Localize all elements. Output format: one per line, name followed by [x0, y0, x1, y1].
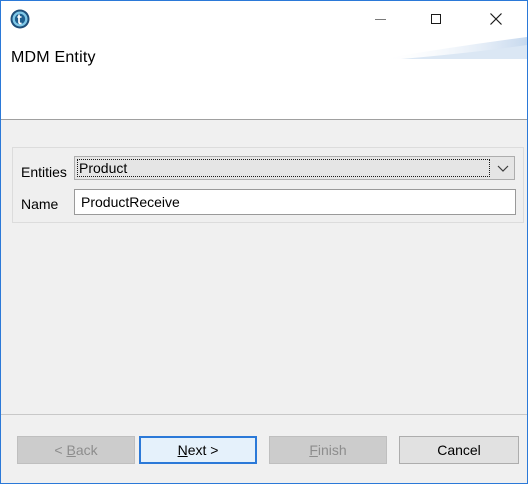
next-button[interactable]: Next > [139, 436, 257, 464]
banner-decoration [381, 37, 527, 59]
back-button-mnemonic: B [66, 442, 76, 458]
entities-label: Entities [21, 164, 67, 180]
back-button[interactable]: < Back [17, 436, 135, 464]
finish-button-rest: inish [317, 442, 347, 458]
page-title: MDM Entity [11, 49, 96, 66]
maximize-button[interactable] [413, 1, 459, 37]
back-button-rest: ack [75, 442, 98, 458]
wizard-dialog: MDM Entity Entities Product Name Product… [0, 0, 528, 484]
back-button-prefix: < [54, 442, 67, 458]
chevron-down-icon [497, 165, 509, 172]
minimize-button[interactable] [357, 1, 403, 37]
cancel-button-label: Cancel [437, 442, 481, 458]
close-icon [490, 13, 502, 25]
entity-form: Entities Product Name ProductReceive [12, 147, 524, 223]
title-bar[interactable] [1, 1, 527, 37]
footer-separator [1, 414, 527, 415]
cancel-button[interactable]: Cancel [399, 436, 519, 464]
wizard-header: MDM Entity [1, 37, 527, 120]
finish-button[interactable]: Finish [269, 436, 387, 464]
name-field[interactable]: ProductReceive [74, 189, 516, 215]
talend-app-icon [10, 9, 30, 29]
maximize-icon [431, 14, 441, 24]
entities-dropdown[interactable]: Product [74, 156, 515, 180]
minimize-icon [374, 18, 386, 20]
entities-selected-value: Product [77, 159, 490, 177]
next-button-mnemonic: N [177, 442, 188, 458]
close-button[interactable] [473, 1, 519, 37]
name-label: Name [21, 196, 59, 212]
next-button-rest: ext > [187, 442, 219, 458]
finish-button-mnemonic: F [309, 442, 318, 458]
